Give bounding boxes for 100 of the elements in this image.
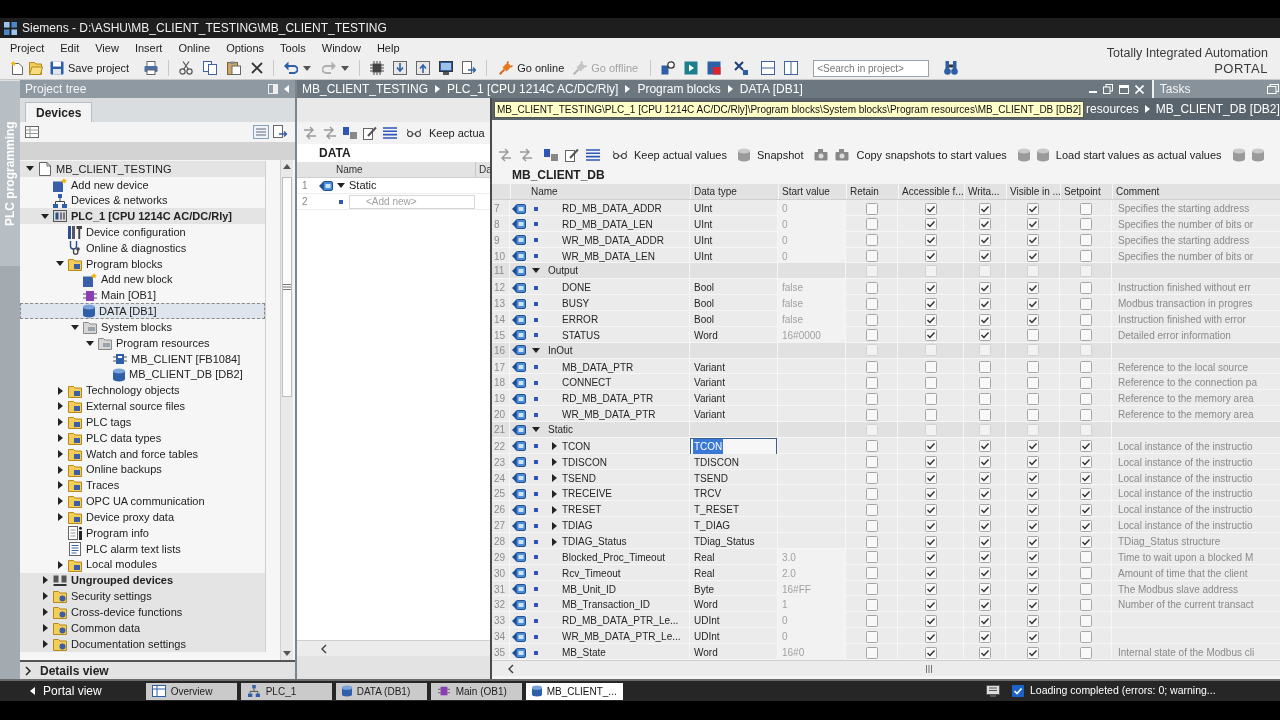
checkbox[interactable] (1079, 423, 1092, 436)
caret-right-icon[interactable] (57, 481, 63, 490)
delete-icon[interactable] (251, 62, 264, 75)
caret-down-icon[interactable] (337, 183, 345, 188)
tree-item[interactable]: Traces (20, 477, 265, 494)
checkbox[interactable] (1079, 630, 1092, 643)
checkbox[interactable] (865, 250, 878, 263)
tree-item[interactable]: Main [OB1] (20, 287, 265, 304)
checkbox[interactable] (978, 567, 991, 580)
checkbox[interactable] (978, 646, 991, 659)
caret-right-icon[interactable] (57, 449, 63, 458)
checkbox[interactable] (924, 614, 937, 627)
minimize-icon[interactable] (1088, 91, 1097, 93)
details-view-header[interactable]: Details view (20, 660, 295, 680)
checkbox[interactable] (924, 440, 937, 453)
caret-down-icon[interactable] (532, 347, 540, 353)
menu-item[interactable]: Online (170, 39, 219, 56)
caret-down-icon[interactable] (86, 340, 94, 346)
caret-down-icon[interactable] (26, 166, 34, 172)
checkbox[interactable] (924, 423, 937, 436)
editor-tab[interactable]: PLC_1 (240, 682, 332, 700)
checkbox[interactable] (924, 535, 937, 548)
menu-item[interactable]: Tools (272, 39, 314, 56)
checkbox[interactable] (978, 202, 991, 215)
maximize-icon[interactable] (1118, 84, 1129, 94)
checkbox[interactable] (865, 567, 878, 580)
checkbox[interactable] (865, 456, 878, 469)
caret-down-icon[interactable] (532, 427, 540, 433)
new-page-icon[interactable] (10, 61, 24, 76)
caret-right-icon[interactable] (42, 592, 48, 601)
checkbox[interactable] (924, 376, 937, 389)
monitor-icon[interactable] (986, 685, 1000, 697)
checkbox[interactable] (924, 646, 937, 659)
pages-icon[interactable] (1266, 84, 1279, 94)
checkbox[interactable] (865, 535, 878, 548)
checkbox[interactable] (1026, 329, 1039, 342)
checkbox[interactable] (1079, 202, 1092, 215)
arrows-icon[interactable] (303, 126, 317, 140)
caret-right-icon[interactable] (42, 608, 48, 617)
tree-item[interactable]: Watch and force tables (20, 445, 265, 462)
caret-down-icon[interactable] (303, 65, 312, 71)
portal-view-button[interactable]: Portal view (30, 682, 102, 700)
checkbox[interactable] (978, 599, 991, 611)
tree-item[interactable]: Technology objects (20, 382, 265, 399)
cylinder-icon[interactable] (1251, 148, 1264, 162)
checkbox[interactable] (924, 297, 937, 310)
undo-icon[interactable] (284, 61, 299, 76)
breadcrumb-item[interactable]: PLC_1 [CPU 1214C AC/DC/Rly] (447, 80, 619, 98)
split-vertical-icon[interactable] (784, 61, 799, 76)
tree-item[interactable]: Ungrouped devices (20, 572, 265, 589)
pencil-page-icon[interactable] (565, 148, 579, 162)
chevron-left-icon[interactable] (508, 663, 514, 674)
checkbox[interactable] (924, 218, 937, 231)
tree-item[interactable]: Add new block (20, 271, 265, 288)
go-online-button[interactable]: Go online (497, 58, 567, 79)
checkbox[interactable] (1026, 392, 1039, 405)
checkbox[interactable] (924, 599, 937, 611)
checkbox[interactable] (924, 567, 937, 580)
checkbox[interactable] (924, 583, 937, 596)
checkbox[interactable] (1026, 281, 1039, 294)
checkbox[interactable] (978, 392, 991, 405)
list-icon[interactable] (383, 127, 397, 139)
menu-item[interactable]: Edit (52, 39, 88, 56)
checkbox[interactable] (865, 281, 878, 294)
breadcrumb-item[interactable]: MB_CLIENT_DB [DB2] (1155, 100, 1280, 118)
checkbox[interactable] (1079, 567, 1092, 580)
checkbox[interactable] (924, 551, 937, 564)
arrows-icon[interactable] (498, 148, 512, 162)
cylinder-icon[interactable] (1017, 148, 1030, 162)
checkbox[interactable] (865, 423, 878, 436)
checkbox[interactable] (924, 408, 937, 421)
checkbox[interactable] (924, 472, 937, 485)
checkbox[interactable] (1026, 376, 1039, 389)
checkbox[interactable] (865, 599, 878, 611)
cylinder-icon[interactable] (1036, 148, 1049, 162)
list-icon[interactable] (586, 149, 600, 161)
checkbox[interactable] (1079, 281, 1092, 294)
checkbox[interactable] (978, 487, 991, 500)
menu-item[interactable]: Project (2, 39, 53, 56)
checkbox[interactable] (1079, 392, 1092, 405)
checkbox[interactable] (1079, 329, 1092, 342)
table-icon[interactable] (25, 126, 39, 138)
vertical-scrollbar[interactable] (280, 160, 293, 660)
checkbox[interactable] (978, 250, 991, 263)
checkbox[interactable] (865, 472, 878, 485)
caret-right-icon[interactable] (551, 442, 557, 451)
checkbox[interactable] (865, 218, 878, 231)
checkbox[interactable] (1079, 250, 1092, 263)
checkbox[interactable] (1026, 234, 1039, 247)
checkbox[interactable] (1026, 614, 1039, 627)
menu-item[interactable]: View (87, 39, 127, 56)
breadcrumb-item[interactable]: MB_CLIENT_TESTING (302, 80, 429, 98)
load-start-values-button[interactable]: Load start values as actual values (1055, 146, 1222, 164)
checkbox[interactable] (1026, 408, 1039, 421)
copy-snapshots-button[interactable]: Copy snapshots to start values (856, 146, 1007, 164)
checkbox[interactable] (1079, 376, 1092, 389)
checkbox[interactable] (1026, 264, 1039, 277)
download-icon[interactable] (393, 61, 408, 76)
checkbox[interactable] (1026, 361, 1039, 374)
copy-icon[interactable] (203, 61, 218, 76)
